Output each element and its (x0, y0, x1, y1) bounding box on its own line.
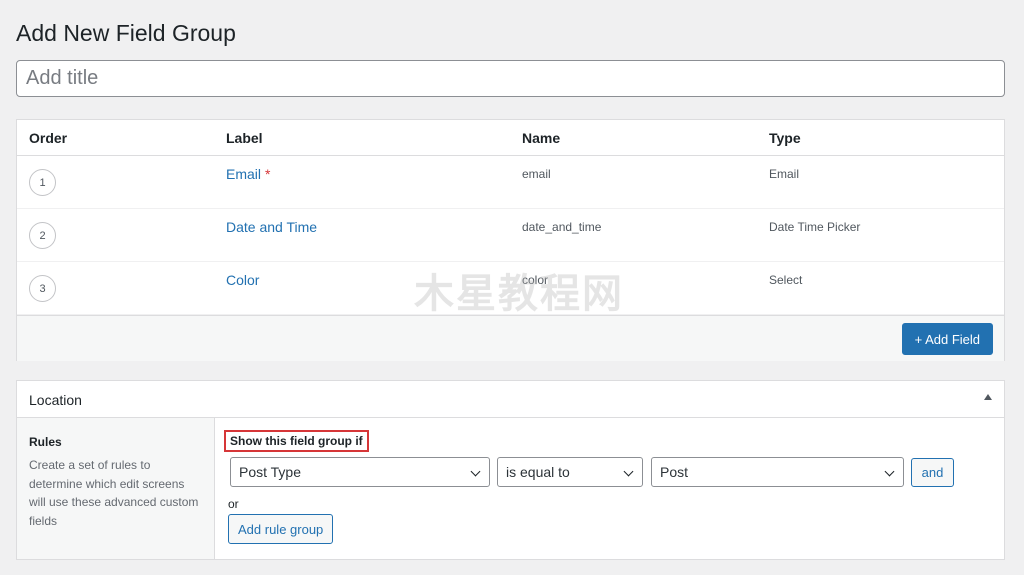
triangle-up-icon[interactable] (984, 394, 992, 400)
field-name: email (522, 167, 551, 181)
add-field-button[interactable]: + Add Field (901, 323, 993, 355)
location-title: Location (29, 392, 82, 408)
rules-description-panel: Rules Create a set of rules to determine… (17, 418, 215, 559)
fields-table-header: Order Label Name Type (17, 120, 1004, 156)
rule-param-value: Post Type (239, 464, 302, 480)
page-title: Add New Field Group (16, 20, 236, 46)
rules-title: Rules (29, 435, 62, 449)
field-label-link[interactable]: Color (226, 272, 259, 288)
field-type: Email (769, 167, 800, 181)
location-panel: Location Rules Create a set of rules to … (16, 380, 1005, 560)
or-label: or (228, 497, 239, 511)
header-order: Order (29, 130, 68, 146)
add-rule-group-button[interactable]: Add rule group (228, 514, 334, 544)
field-label-text: Email (226, 166, 262, 182)
and-button[interactable]: and (911, 458, 954, 487)
field-type: Date Time Picker (769, 220, 861, 234)
table-row: 3 Color color Select (17, 262, 1004, 315)
field-name: date_and_time (522, 220, 602, 234)
rules-editor: Show this field group if Post Type is eq… (216, 418, 1004, 559)
order-handle[interactable]: 1 (29, 169, 56, 196)
rule-param-select[interactable]: Post Type (230, 457, 490, 487)
field-name: color (522, 273, 549, 287)
field-label-text: Color (226, 272, 260, 288)
chevron-down-icon (470, 466, 481, 477)
rule-operator-select[interactable]: is equal to (497, 457, 643, 487)
title-input[interactable] (16, 60, 1005, 97)
table-row: 1 Email * email Email (17, 156, 1004, 209)
field-label-text: Date and Time (226, 219, 318, 235)
order-handle[interactable]: 3 (29, 275, 56, 302)
table-row: 2 Date and Time date_and_time Date Time … (17, 209, 1004, 262)
fields-table-footer: + Add Field (17, 315, 1004, 361)
rule-operator-value: is equal to (506, 464, 570, 480)
location-header[interactable]: Location (17, 381, 1004, 418)
chevron-down-icon (623, 466, 634, 477)
field-label-link[interactable]: Date and Time (226, 219, 317, 235)
header-name: Name (522, 130, 561, 146)
header-label: Label (226, 130, 263, 146)
fields-table: Order Label Name Type 1 Email * email Ema… (16, 119, 1005, 361)
rule-value-value: Post (660, 464, 689, 480)
field-label-link[interactable]: Email * (226, 166, 270, 182)
chevron-down-icon (884, 466, 895, 477)
header-type: Type (769, 130, 801, 146)
show-if-label: Show this field group if (224, 430, 369, 452)
field-type: Select (769, 273, 803, 287)
rules-description: Create a set of rules to determine which… (29, 458, 199, 528)
order-handle[interactable]: 2 (29, 222, 56, 249)
required-indicator: * (265, 166, 271, 182)
rule-value-select[interactable]: Post (651, 457, 904, 487)
